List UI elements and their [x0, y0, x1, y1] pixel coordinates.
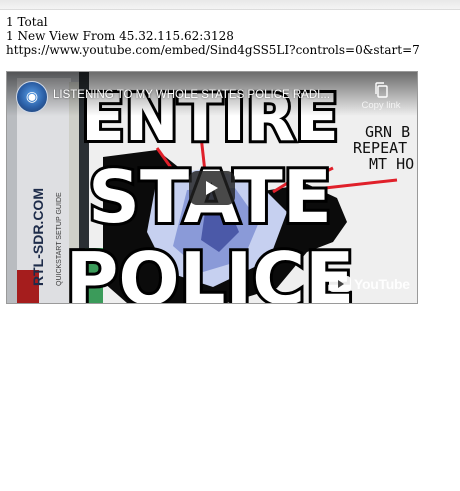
total-line: 1 Total: [6, 15, 420, 29]
new-view-line: 1 New View From 45.32.115.62:3128: [6, 29, 420, 43]
view-stats: 1 Total 1 New View From 45.32.115.62:312…: [6, 15, 420, 57]
new-view-count: 1: [6, 29, 14, 43]
channel-avatar-icon[interactable]: ◉: [16, 81, 48, 113]
embed-url: https://www.youtube.com/embed/Sind4gSS5L…: [6, 43, 420, 57]
thumbnail-side-label: RTL-SDR.COM: [30, 188, 46, 286]
video-title[interactable]: LISTENING TO MY WHOLE STATES POLICE RADI…: [53, 89, 353, 101]
total-label: Total: [17, 15, 48, 29]
thumbnail-line-3: POLICE: [66, 237, 355, 303]
new-view-label: New View From 45.32.115.62:3128: [17, 29, 234, 43]
total-count: 1: [6, 15, 14, 29]
youtube-brand-link[interactable]: YouTube: [329, 275, 410, 293]
browser-top-bar: [0, 0, 460, 10]
map-label-3: MT HO: [369, 155, 414, 173]
copy-link-icon: [375, 82, 388, 98]
play-button[interactable]: [189, 171, 235, 205]
play-icon: [206, 181, 218, 195]
youtube-brand-label: YouTube: [354, 276, 410, 292]
copy-link-label: Copy link: [361, 100, 401, 111]
thumbnail-side-sublabel: QUICKSTART SETUP GUIDE: [56, 192, 63, 286]
copy-link-button[interactable]: Copy link: [361, 82, 401, 116]
youtube-embed[interactable]: RTL-SDR.COM QUICKSTART SETUP GUIDE GRN B…: [6, 71, 418, 304]
youtube-logo-icon: [329, 276, 351, 292]
